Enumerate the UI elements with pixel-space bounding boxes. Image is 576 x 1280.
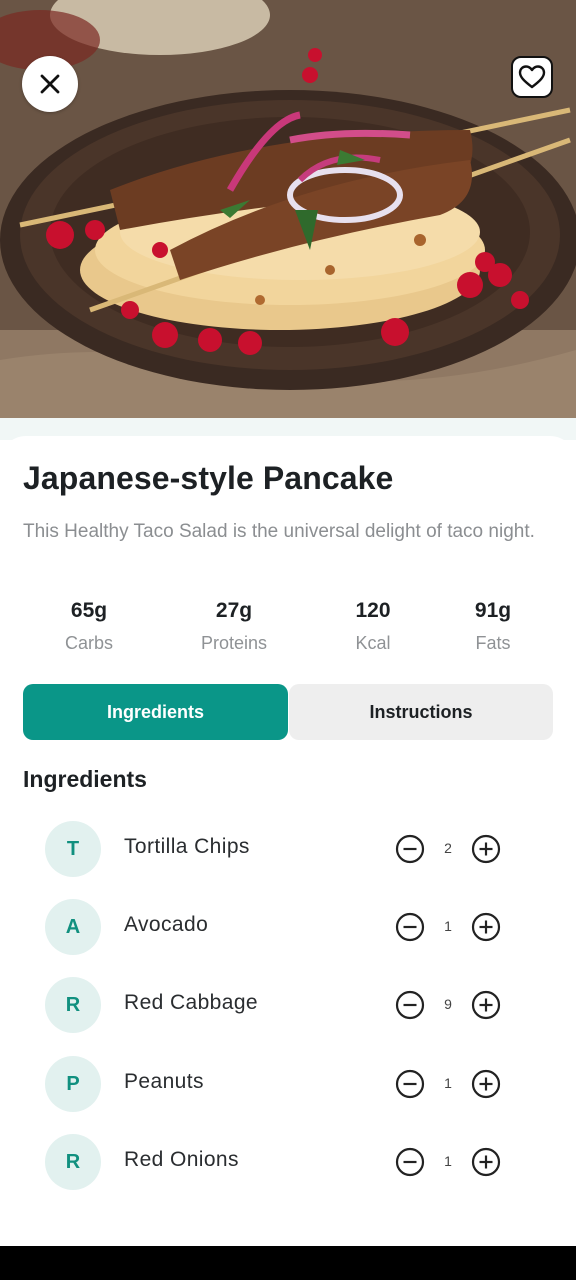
ingredient-quantity: 1 xyxy=(444,1075,452,1091)
recipe-title: Japanese-style Pancake xyxy=(23,460,394,496)
ingredient-row: P Peanuts 1 xyxy=(0,1056,576,1114)
stat-fats: 91g Fats xyxy=(433,596,553,654)
favorite-button[interactable] xyxy=(511,56,553,98)
ingredient-quantity: 1 xyxy=(444,1153,452,1169)
minus-circle-icon[interactable] xyxy=(395,834,425,864)
recipe-detail-screen: Japanese-style Pancake This Healthy Taco… xyxy=(0,0,576,1246)
ingredient-name: Red Cabbage xyxy=(124,991,258,1014)
heart-icon xyxy=(518,65,546,89)
ingredient-avatar: P xyxy=(45,1056,101,1112)
minus-circle-icon[interactable] xyxy=(395,1069,425,1099)
tab-ingredients[interactable]: Ingredients xyxy=(23,684,288,740)
ingredient-row: R Red Onions 1 xyxy=(0,1134,576,1192)
plus-circle-icon[interactable] xyxy=(471,1147,501,1177)
ingredient-name: Peanuts xyxy=(124,1070,204,1093)
minus-circle-icon[interactable] xyxy=(395,1147,425,1177)
ingredient-avatar: T xyxy=(45,821,101,877)
plus-circle-icon[interactable] xyxy=(471,990,501,1020)
minus-circle-icon[interactable] xyxy=(395,990,425,1020)
stat-carbs: 65g Carbs xyxy=(29,596,149,654)
ingredient-avatar: R xyxy=(45,977,101,1033)
plus-circle-icon[interactable] xyxy=(471,834,501,864)
ingredient-name: Red Onions xyxy=(124,1148,239,1171)
ingredient-quantity: 9 xyxy=(444,996,452,1012)
recipe-hero-image xyxy=(0,0,576,420)
stat-label: Proteins xyxy=(200,633,268,653)
ingredient-row: T Tortilla Chips 2 xyxy=(0,821,576,879)
ingredient-name: Tortilla Chips xyxy=(124,835,250,858)
ingredient-row: R Red Cabbage 9 xyxy=(0,977,576,1035)
nutrition-stats: 65g Carbs 27g Proteins 120 Kcal 91g Fats xyxy=(0,596,576,666)
ingredient-avatar: R xyxy=(45,1134,101,1190)
stat-value: 91g xyxy=(474,599,512,622)
stat-value: 65g xyxy=(70,599,108,622)
food-photo xyxy=(0,0,576,420)
ingredient-avatar: A xyxy=(45,899,101,955)
stat-value: 27g xyxy=(215,599,253,622)
system-navigation-bar xyxy=(0,1246,576,1280)
ingredients-section-title: Ingredients xyxy=(23,766,147,792)
stat-value: 120 xyxy=(355,599,391,622)
recipe-description: This Healthy Taco Salad is the universal… xyxy=(23,521,535,542)
ingredient-quantity: 2 xyxy=(444,840,452,856)
close-button[interactable] xyxy=(22,56,78,112)
ingredient-quantity: 1 xyxy=(444,918,452,934)
stat-label: Kcal xyxy=(355,633,391,653)
stat-proteins: 27g Proteins xyxy=(174,596,294,654)
plus-circle-icon[interactable] xyxy=(471,912,501,942)
close-icon xyxy=(40,74,60,94)
stat-kcal: 120 Kcal xyxy=(313,596,433,654)
ingredient-name: Avocado xyxy=(124,913,209,936)
ingredient-row: A Avocado 1 xyxy=(0,899,576,957)
stat-label: Carbs xyxy=(64,633,113,653)
tab-instructions[interactable]: Instructions xyxy=(289,684,553,740)
stat-label: Fats xyxy=(475,633,511,653)
plus-circle-icon[interactable] xyxy=(471,1069,501,1099)
minus-circle-icon[interactable] xyxy=(395,912,425,942)
